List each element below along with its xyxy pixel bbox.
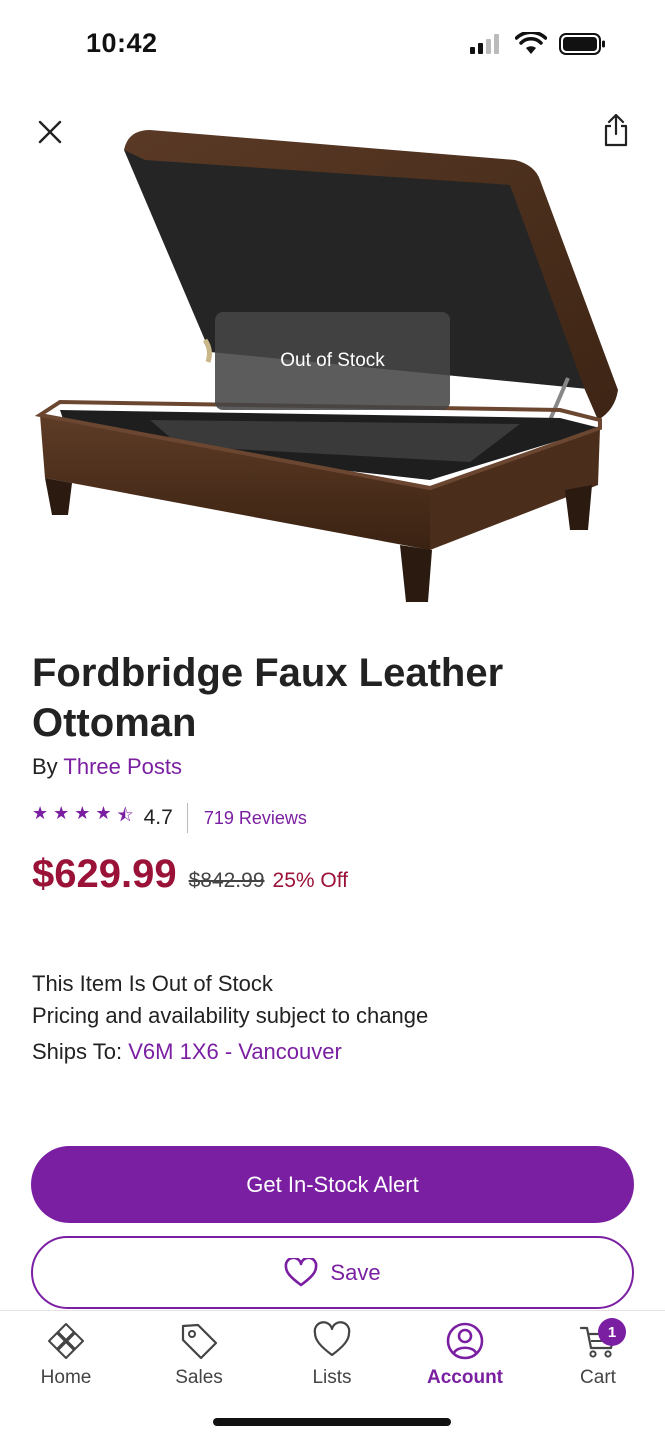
byline-prefix: By [32,754,58,779]
price-row: $629.99 $842.99 25% Off [32,852,348,897]
byline: By Three Posts [32,754,182,780]
cellular-signal-icon [470,34,499,54]
account-icon [446,1322,484,1360]
status-icons [469,32,607,56]
current-price: $629.99 [32,852,177,896]
original-price: $842.99 [188,869,265,892]
save-label: Save [330,1259,381,1285]
star-half-icon: ⯪ [116,805,134,825]
tab-label: Lists [312,1367,352,1388]
tab-lists[interactable]: Lists [277,1321,387,1389]
reviews-link[interactable]: 719 Reviews [204,808,307,829]
status-time: 10:42 [86,28,158,58]
tab-label: Account [427,1367,503,1388]
tab-label: Home [40,1367,92,1388]
heart-icon [285,1257,318,1286]
share-icon [604,113,628,147]
tab-label: Cart [580,1367,616,1388]
share-button[interactable] [600,112,632,148]
in-stock-alert-button[interactable]: Get In-Stock Alert [31,1146,634,1223]
tab-sales[interactable]: Sales [144,1321,254,1389]
out-of-stock-overlay: Out of Stock [215,312,450,410]
home-icon [48,1323,84,1359]
brand-link[interactable]: Three Posts [63,754,182,779]
product-title: Fordbridge Faux Leather Ottoman [32,651,504,745]
status-bar: 10:42 [0,0,665,90]
ships-to: Ships To: V6M 1X6 - Vancouver [32,1036,428,1068]
star-full-icon: ★ [32,803,49,823]
close-icon [38,120,62,144]
close-button[interactable] [34,116,66,148]
heart-icon [313,1321,351,1357]
tab-account[interactable]: Account [410,1321,520,1389]
rating-divider [186,803,188,833]
discount-label: 25% Off [272,869,349,892]
star-full-icon: ★ [74,803,91,823]
ships-to-location-link[interactable]: V6M 1X6 - Vancouver [128,1039,342,1064]
tag-icon [181,1323,218,1360]
tab-label: Sales [175,1367,223,1388]
stock-status: This Item Is Out of Stock [32,971,273,996]
rating-value: 4.7 [143,806,173,829]
rating-row: ★ ★ ★ ★ ⯪ 4.7 719 Reviews [32,802,307,834]
save-button[interactable]: Save [31,1236,634,1309]
star-full-icon: ★ [53,803,70,823]
pricing-note: Pricing and availability subject to chan… [32,1003,429,1028]
star-full-icon: ★ [95,803,112,823]
ships-to-label: Ships To: [32,1039,123,1064]
battery-icon [559,33,605,55]
wifi-icon [515,32,547,54]
home-indicator [213,1418,451,1426]
in-stock-alert-label: Get In-Stock Alert [246,1171,419,1197]
tab-home[interactable]: Home [11,1321,121,1389]
availability-info: This Item Is Out of Stock Pricing and av… [32,968,428,1068]
rating-stars: ★ ★ ★ ★ ⯪ [32,803,134,833]
cart-count-badge: 1 [598,1318,626,1346]
